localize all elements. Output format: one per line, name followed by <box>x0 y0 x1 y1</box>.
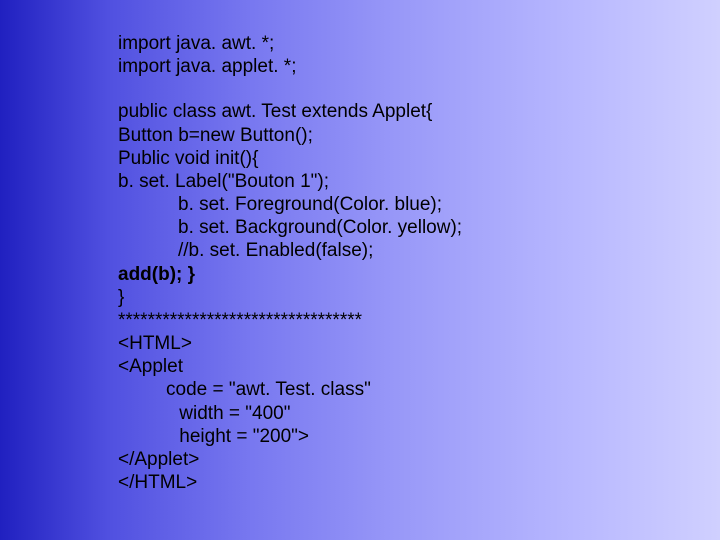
code-line: <Applet <box>118 355 618 378</box>
code-slide: import java. awt. *; import java. applet… <box>0 0 618 494</box>
code-line: add(b); } <box>118 263 618 286</box>
code-line: </HTML> <box>118 471 618 494</box>
code-line: width = "400" <box>118 402 618 425</box>
code-line: import java. applet. *; <box>118 55 618 78</box>
code-line: Button b=new Button(); <box>118 124 618 147</box>
code-line: b. set. Label("Bouton 1"); <box>118 170 618 193</box>
code-line: b. set. Background(Color. yellow); <box>118 216 618 239</box>
code-line: } <box>118 286 618 309</box>
code-line: public class awt. Test extends Applet{ <box>118 100 618 123</box>
code-line: Public void init(){ <box>118 147 618 170</box>
code-line: b. set. Foreground(Color. blue); <box>118 193 618 216</box>
code-line: code = "awt. Test. class" <box>118 378 618 401</box>
code-line: import java. awt. *; <box>118 32 618 55</box>
code-line: //b. set. Enabled(false); <box>118 239 618 262</box>
code-line: height = "200"> <box>118 425 618 448</box>
blank-line <box>118 78 618 100</box>
code-line: </Applet> <box>118 448 618 471</box>
code-line: <HTML> <box>118 332 618 355</box>
code-line: ********************************* <box>118 309 618 332</box>
